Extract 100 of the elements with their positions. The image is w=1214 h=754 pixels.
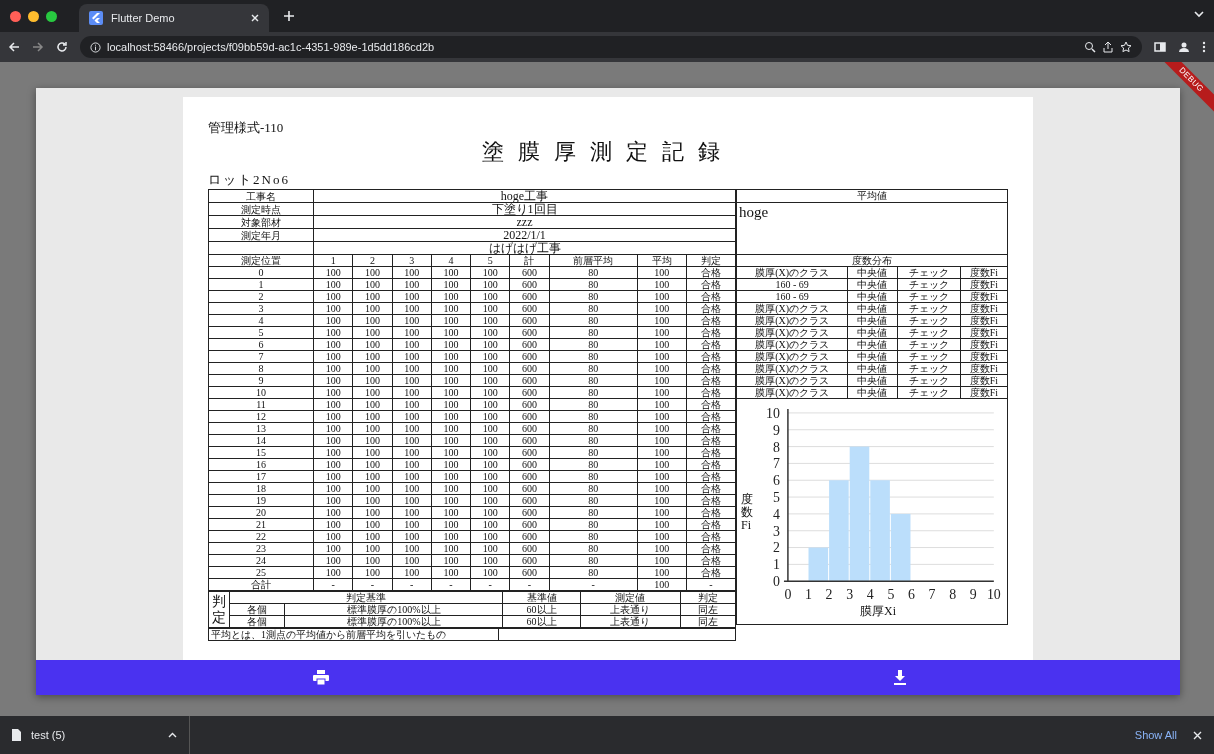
table-cell: 100 [392,554,432,567]
download-item[interactable]: test (5) [0,716,190,754]
browser-tab[interactable]: Flutter Demo [79,4,269,32]
table-cell: 膜厚(X)のクラス [736,350,848,363]
table-cell: 合格 [686,566,736,579]
row-label: 3 [208,302,314,315]
row-label: 25 [208,566,314,579]
table-cell: 600 [509,290,549,303]
table-cell: 100 [431,410,471,423]
table-cell: 100 [392,542,432,555]
table-cell: 80 [549,506,638,519]
row-label: 13 [208,422,314,435]
back-icon[interactable] [8,41,20,53]
table-cell: 100 [352,302,392,315]
forward-icon[interactable] [32,41,44,53]
table-cell: 100 [352,422,392,435]
table-cell: 100 [431,314,471,327]
info-icon[interactable] [90,41,101,53]
table-cell: 80 [549,530,638,543]
url-text: localhost:58466/projects/f09bb59d-ac1c-4351-989e-1d5dd186cd2b [107,41,435,53]
table-cell: 上表通り [580,603,681,616]
table-cell: 100 [470,530,510,543]
table-cell: 100 [431,302,471,315]
table-cell: 100 [431,518,471,531]
table-cell: 100 [392,530,432,543]
table-cell: 80 [549,266,638,279]
star-icon[interactable] [1120,41,1132,53]
minimize-window-button[interactable] [28,10,39,22]
table-cell: 100 [392,362,432,375]
field-value: 下塗り1回目 [313,202,736,216]
table-cell: 100 [470,386,510,399]
table-cell: - [470,578,510,591]
table-cell: 100 [352,266,392,279]
flutter-logo-icon [89,11,103,25]
table-cell: - [352,578,392,591]
maximize-window-button[interactable] [46,10,57,22]
table-cell: 合格 [686,314,736,327]
table-cell: 100 [313,350,353,363]
table-cell: チェック [897,266,961,279]
x-tick-label: 7 [928,587,936,603]
field-value: はげはげ工事 [313,241,736,255]
form-number: 管理様式-110 [208,119,285,137]
caret-up-icon[interactable] [168,732,177,738]
address-bar[interactable]: localhost:58466/projects/f09bb59d-ac1c-4351-989e-1d5dd186cd2b [80,36,1142,58]
column-header: 4 [431,254,471,267]
table-cell: 100 [637,398,687,411]
table-cell: 100 [313,326,353,339]
table-cell: 度数Fi [960,386,1008,399]
average-value: hoge [736,202,1008,255]
close-window-button[interactable] [10,10,21,22]
table-cell: 100 [470,470,510,483]
y-tick-label: 0 [773,574,780,590]
table-cell: 80 [549,494,638,507]
zoom-icon[interactable] [1084,41,1096,53]
close-icon[interactable] [251,14,259,22]
table-cell: 160 - 69 [736,278,848,291]
table-cell: 100 [352,350,392,363]
table-cell: 100 [637,458,687,471]
share-icon[interactable] [1102,41,1114,53]
table-cell: 100 [637,434,687,447]
table-cell: 600 [509,458,549,471]
table-cell: 100 [392,446,432,459]
close-icon[interactable] [1193,730,1202,740]
table-cell: 合格 [686,470,736,483]
table-cell: 度数Fi [960,374,1008,387]
side-panel-icon[interactable] [1154,41,1166,53]
y-tick-label: 1 [773,557,780,573]
print-icon[interactable] [313,670,329,685]
table-cell: 100 [313,422,353,435]
table-cell: チェック [897,362,961,375]
table-cell: 100 [431,362,471,375]
table-cell: 合格 [686,446,736,459]
chevron-down-icon[interactable] [1194,10,1204,18]
download-icon[interactable] [894,670,906,685]
table-cell: 600 [509,494,549,507]
table-cell: 100 [637,422,687,435]
table-cell: 中央値 [847,314,898,327]
table-cell: 100 [352,530,392,543]
table-cell: 100 [392,350,432,363]
row-label: 19 [208,494,314,507]
table-cell: 100 [313,374,353,387]
table-cell: 100 [637,494,687,507]
row-label: 11 [208,398,314,411]
table-cell: 600 [509,326,549,339]
table-cell: 合格 [686,554,736,567]
table-cell: 100 [352,410,392,423]
reload-icon[interactable] [56,41,68,53]
show-all-link[interactable]: Show All [1134,729,1177,741]
table-cell: 100 [470,326,510,339]
table-cell: 100 [352,338,392,351]
table-cell: 度数Fi [960,302,1008,315]
profile-icon[interactable] [1178,41,1190,53]
table-cell: 100 [470,398,510,411]
table-cell: 100 [352,470,392,483]
table-cell: 100 [392,302,432,315]
table-cell: 100 [637,470,687,483]
more-icon[interactable] [1202,41,1206,53]
table-cell: 100 [392,326,432,339]
row-label: 17 [208,470,314,483]
table-cell: 100 [637,566,687,579]
